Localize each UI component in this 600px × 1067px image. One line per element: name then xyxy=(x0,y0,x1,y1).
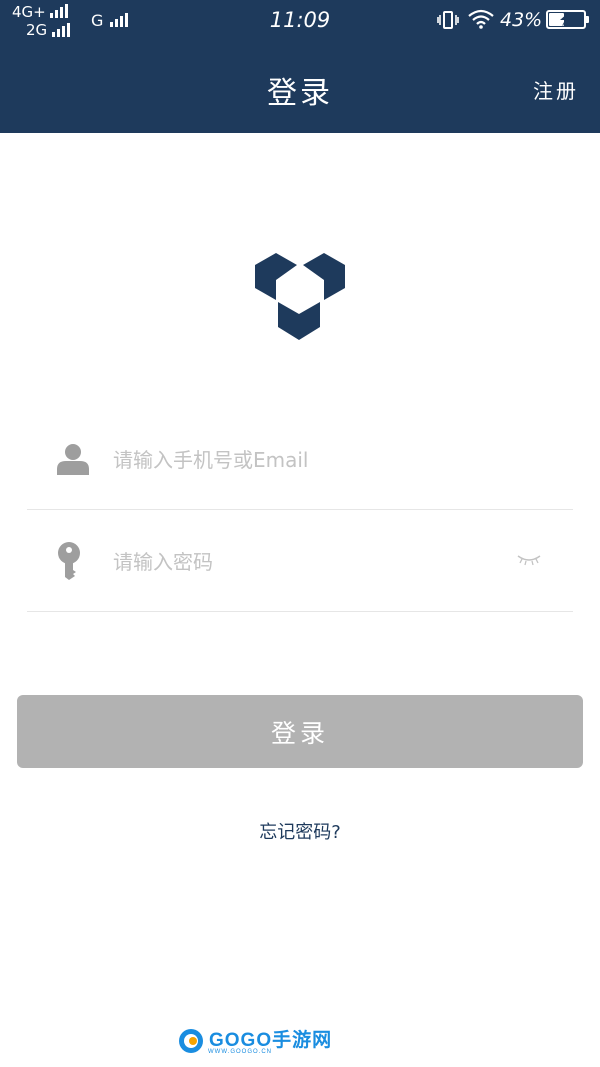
forgot-password-link[interactable]: 忘记密码? xyxy=(0,818,600,844)
page-title: 登录 xyxy=(267,76,333,111)
charging-bolt-icon xyxy=(560,13,571,26)
battery-percent: 43% xyxy=(500,9,543,31)
vibrate-icon xyxy=(437,11,459,29)
login-button[interactable]: 登录 xyxy=(17,695,583,768)
watermark-logo-icon xyxy=(179,1029,203,1053)
username-field xyxy=(27,410,573,510)
wifi-icon xyxy=(468,9,494,29)
network-type-primary: 4G+ xyxy=(12,3,46,21)
watermark-subtext: WWW.GOOGO.CN xyxy=(208,1049,272,1055)
battery-charging-icon xyxy=(546,10,589,29)
password-input[interactable] xyxy=(113,545,513,579)
register-button[interactable]: 注册 xyxy=(533,75,579,104)
signal-icon xyxy=(52,23,70,37)
watermark: GOGO手游网 WWW.GOOGO.CN xyxy=(178,1028,333,1055)
signal-icon xyxy=(110,13,128,27)
status-time: 11:09 xyxy=(269,8,331,32)
network-type-secondary: 2G xyxy=(26,21,48,39)
status-bar: 4G+ 2G G 11:09 43% xyxy=(0,0,600,42)
key-icon xyxy=(58,542,80,580)
app-header: 4G+ 2G G 11:09 43% 登录 注册 xyxy=(0,0,600,133)
eye-closed-icon[interactable] xyxy=(517,552,541,568)
network-type-tertiary: G xyxy=(91,11,104,30)
username-input[interactable] xyxy=(113,443,513,477)
password-field xyxy=(27,512,573,612)
signal-icon xyxy=(50,4,68,18)
app-logo xyxy=(255,253,345,340)
watermark-text: GOGO手游网 xyxy=(209,1030,333,1051)
user-icon xyxy=(57,444,89,475)
